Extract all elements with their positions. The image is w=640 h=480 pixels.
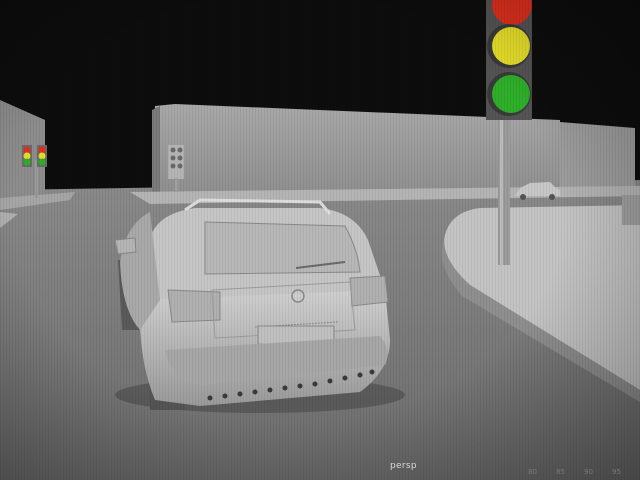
right-taillight bbox=[349, 275, 389, 307]
yellow-light bbox=[492, 27, 530, 65]
ruler-tick: 85 bbox=[556, 468, 565, 476]
ruler-tick: 90 bbox=[584, 468, 593, 476]
side-mirror bbox=[114, 237, 137, 255]
right-building bbox=[560, 122, 635, 192]
green-light bbox=[492, 75, 530, 113]
center-building-side bbox=[152, 106, 160, 192]
camera-name-label: persp bbox=[390, 461, 417, 471]
maya-perspective-viewport[interactable]: persp 80 85 90 95 bbox=[0, 0, 640, 480]
scene-render[interactable] bbox=[0, 0, 640, 480]
ruler-tick: 95 bbox=[612, 468, 621, 476]
hero-suv bbox=[114, 198, 405, 413]
ruler-tick: 80 bbox=[528, 468, 537, 476]
right-bollard bbox=[622, 195, 640, 225]
rear-window bbox=[204, 221, 361, 275]
